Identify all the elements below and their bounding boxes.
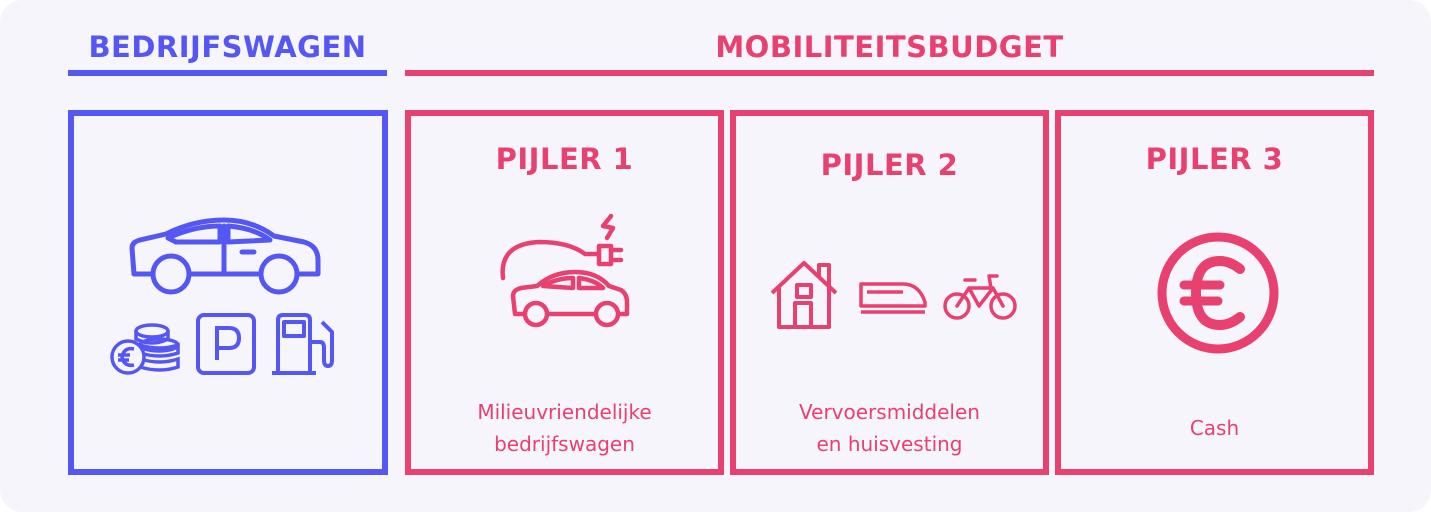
pillar-2-caption-line-1: Vervoersmiddelen — [799, 400, 980, 424]
pillar-2-box: PIJLER 2 Vervoersmiddelen en huisvesting — [730, 110, 1049, 475]
electric-car-icon — [500, 213, 630, 328]
parking-icon — [196, 313, 256, 375]
euro-circle-icon — [1157, 232, 1279, 354]
company-car-underline — [68, 70, 387, 76]
pillar-2-caption: Vervoersmiddelen en huisvesting — [736, 396, 1043, 460]
infographic: BEDRIJFSWAGEN MOBILITEITSBUDGET PIJLER 1… — [0, 0, 1431, 512]
bicycle-icon — [943, 274, 1017, 320]
pillar-3-caption-line-1: Cash — [1189, 416, 1240, 440]
mobility-budget-heading: MOBILITEITSBUDGET — [715, 30, 1064, 64]
car-icon — [129, 217, 321, 295]
pillar-1-caption-line-1: Milieuvriendelijke — [477, 400, 652, 424]
pillar-1-caption: Milieuvriendelijke bedrijfswagen — [411, 396, 718, 460]
company-car-box — [68, 110, 388, 475]
mobility-budget-underline — [405, 70, 1374, 76]
pillar-1-box: PIJLER 1 Milieuvriendelijke bedrijfswage… — [405, 110, 724, 475]
fuel-pump-icon — [272, 313, 334, 375]
company-car-heading: BEDRIJFSWAGEN — [88, 30, 367, 64]
euro-coins-icon — [110, 323, 180, 375]
pillar-2-caption-line-2: en huisvesting — [816, 432, 963, 456]
pillar-3-title: PIJLER 3 — [1145, 142, 1284, 176]
train-icon — [859, 282, 927, 314]
pillar-3-caption: Cash — [1061, 412, 1368, 444]
house-icon — [770, 261, 838, 329]
pillar-2-title: PIJLER 2 — [820, 148, 959, 182]
pillar-3-box: PIJLER 3 Cash — [1055, 110, 1374, 475]
pillar-1-caption-line-2: bedrijfswagen — [494, 432, 635, 456]
pillar-1-title: PIJLER 1 — [495, 142, 634, 176]
